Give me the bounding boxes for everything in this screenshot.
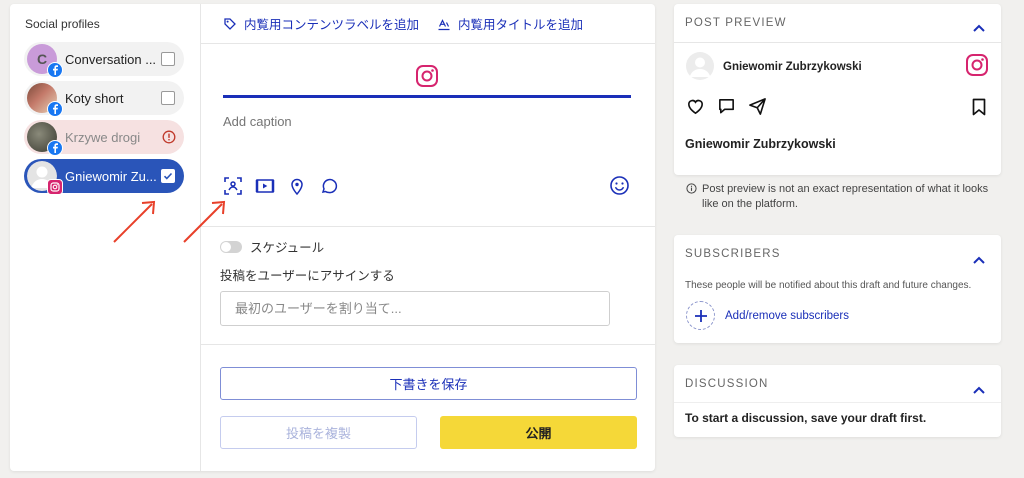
annotation-arrow-icon — [113, 200, 156, 243]
video-icon[interactable] — [255, 176, 275, 201]
share-icon — [748, 97, 767, 121]
heart-icon — [686, 97, 705, 121]
profile-name: Conversation ... — [65, 51, 157, 67]
schedule-toggle-row[interactable]: スケジュール — [220, 237, 324, 256]
subscribers-card: SUBSCRIBERS These people will be notifie… — [674, 235, 1001, 343]
chevron-up-icon[interactable] — [972, 252, 986, 270]
profile-gniewomir[interactable]: Gniewomir Zu... — [24, 159, 184, 195]
profile-koty-short[interactable]: Koty short — [24, 81, 184, 117]
add-remove-subscribers-label: Add/remove subscribers — [725, 309, 849, 322]
save-draft-button[interactable]: 下書きを保存 — [220, 367, 637, 400]
profile-avatar — [27, 161, 63, 195]
section-divider — [201, 344, 655, 345]
active-tab-indicator — [223, 95, 631, 98]
schedule-label: スケジュール — [250, 241, 325, 255]
info-icon — [686, 183, 697, 212]
instagram-icon — [47, 179, 63, 195]
emoji-icon[interactable] — [609, 175, 630, 201]
chevron-up-icon[interactable] — [972, 20, 986, 38]
preview-account-name: Gniewomir Zubrzykowski — [723, 61, 862, 73]
profile-checkbox-checked[interactable] — [161, 169, 175, 183]
subscribers-header: SUBSCRIBERS — [685, 248, 781, 260]
caption-input[interactable] — [223, 114, 633, 129]
preview-caption-author: Gniewomir Zubrzykowski — [685, 137, 836, 151]
facebook-icon — [47, 62, 63, 78]
bookmark-icon — [971, 98, 987, 121]
post-preview-header: POST PREVIEW — [685, 17, 787, 29]
social-profiles-title: Social profiles — [25, 17, 100, 31]
profile-avatar — [27, 122, 63, 156]
discussion-header: DISCUSSION — [685, 378, 769, 390]
add-content-label-text: 内覧用コンテンツラベルを追加 — [244, 18, 420, 32]
facebook-icon — [47, 140, 63, 156]
add-remove-subscribers-button[interactable]: Add/remove subscribers — [686, 301, 849, 330]
profile-name: Krzywe drogi — [65, 129, 141, 145]
post-editor-card: Social profiles C Conversation ... Koty … — [10, 4, 655, 471]
profile-avatar: C — [27, 44, 63, 78]
profile-checkbox[interactable] — [161, 91, 175, 105]
avatar-placeholder-icon — [686, 52, 714, 80]
preview-note-text: Post preview is not an exact representat… — [702, 183, 989, 210]
discussion-card: DISCUSSION To start a discussion, save y… — [674, 365, 1001, 437]
comment-icon[interactable] — [319, 176, 339, 201]
tag-icon — [224, 17, 236, 30]
subscribers-description: These people will be notified about this… — [685, 280, 972, 291]
post-preview-card: POST PREVIEW Gniewomir Zubrzykowski Gnie… — [674, 4, 1001, 175]
card-divider — [674, 42, 1001, 43]
assign-user-input[interactable] — [220, 291, 610, 326]
facebook-icon — [47, 101, 63, 117]
profile-krzywe-drogi[interactable]: Krzywe drogi — [24, 120, 184, 156]
title-icon — [438, 18, 450, 30]
card-divider — [674, 402, 1001, 403]
check-icon — [163, 172, 173, 180]
add-title-link[interactable]: 内覧用タイトルを追加 — [437, 14, 583, 33]
editor-toolbar — [223, 176, 339, 201]
preview-note: Post preview is not an exact representat… — [686, 182, 996, 212]
profile-checkbox[interactable] — [161, 52, 175, 66]
comment-icon — [717, 97, 736, 121]
preview-actions — [686, 97, 767, 121]
profile-conversation[interactable]: C Conversation ... — [24, 42, 184, 78]
instagram-icon — [965, 53, 989, 82]
plus-icon — [686, 301, 715, 330]
publish-button[interactable]: 公開 — [440, 416, 637, 449]
editor-top-links: 内覧用コンテンツラベルを追加 内覧用タイトルを追加 — [201, 4, 655, 44]
assign-user-label: 投稿をユーザーにアサインする — [220, 269, 395, 283]
post-editor: 内覧用コンテンツラベルを追加 内覧用タイトルを追加 スケジュール 投稿をユー — [201, 4, 655, 471]
instagram-tab[interactable] — [415, 64, 439, 93]
duplicate-post-button[interactable]: 投稿を複製 — [220, 416, 417, 449]
add-content-label-link[interactable]: 内覧用コンテンツラベルを追加 — [223, 14, 419, 33]
instagram-icon — [416, 65, 438, 87]
social-profiles-panel: Social profiles C Conversation ... Koty … — [10, 4, 201, 471]
error-icon — [162, 130, 176, 149]
avatar-initial: C — [36, 51, 48, 67]
profile-name: Koty short — [65, 90, 124, 106]
section-divider — [201, 226, 655, 227]
annotation-arrow-icon — [183, 200, 226, 243]
add-title-text: 内覧用タイトルを追加 — [458, 18, 584, 32]
profile-name: Gniewomir Zu... — [65, 168, 157, 184]
chevron-up-icon[interactable] — [972, 382, 986, 400]
profile-avatar — [27, 83, 63, 117]
location-icon[interactable] — [287, 176, 307, 201]
discussion-text: To start a discussion, save your draft f… — [685, 411, 927, 425]
